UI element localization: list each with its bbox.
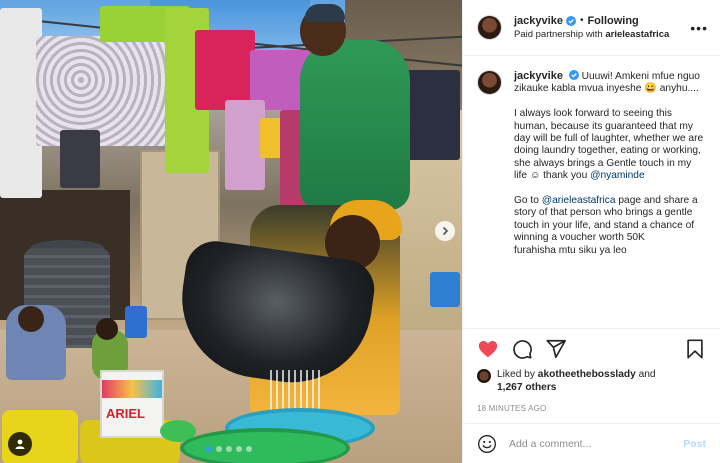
chevron-right-icon [442, 226, 449, 236]
paid-partnership-line: Paid partnership with arieleastafrica [514, 28, 669, 42]
likes-summary: Liked by akotheethebosslady and 1,267 ot… [463, 368, 720, 400]
header-separator: • [579, 14, 584, 26]
post-side-panel: jackyvike • Following Paid partnership w… [462, 0, 720, 463]
instagram-post: ARIEL jackyvike • Following Paid partner… [0, 0, 720, 463]
tagged-users-button[interactable] [8, 432, 32, 456]
post-comment-button[interactable]: Post [683, 438, 706, 450]
author-avatar[interactable] [477, 15, 502, 40]
child-head [96, 318, 118, 340]
mention-link[interactable]: @arieleastafrica [542, 195, 616, 206]
more-options-icon[interactable]: ••• [690, 20, 708, 36]
liker-avatar[interactable] [477, 369, 491, 383]
hanging-cloth [60, 130, 100, 188]
action-bar [463, 328, 720, 368]
emoji-icon[interactable] [477, 434, 497, 454]
author-username[interactable]: jackyvike [514, 14, 563, 28]
caption-avatar[interactable] [477, 70, 502, 95]
author-info: jackyvike • Following Paid partnership w… [514, 14, 669, 42]
post-header: jackyvike • Following Paid partnership w… [463, 0, 720, 56]
hanging-cloth [225, 100, 265, 190]
heart-icon[interactable] [477, 338, 499, 360]
child-head [18, 306, 44, 332]
partner-link[interactable]: arieleastafrica [605, 29, 669, 40]
caption-username[interactable]: jackyvike [514, 70, 563, 82]
post-photo[interactable]: ARIEL [0, 0, 462, 463]
partnership-prefix: Paid partnership with [514, 28, 603, 40]
hanging-cloth [260, 118, 282, 158]
comment-icon[interactable] [511, 338, 533, 360]
hanging-cloth [195, 30, 255, 110]
verified-badge-icon [565, 15, 576, 26]
pack-stripe [102, 380, 162, 398]
head-scarf [305, 4, 345, 22]
verified-badge-icon [568, 70, 579, 80]
caption-text-fragment: Go to [514, 195, 539, 207]
mention-link[interactable]: @nyaminde [590, 170, 645, 181]
blue-bucket [430, 272, 460, 307]
woman-green-dress [300, 40, 410, 210]
following-button[interactable]: Following [587, 14, 638, 28]
user-tag-icon [15, 439, 25, 449]
blue-container [125, 306, 147, 338]
share-icon[interactable] [545, 338, 567, 360]
post-timestamp[interactable]: 18 MINUTES AGO [463, 400, 720, 422]
carousel-dots [206, 446, 252, 452]
carousel-dot [236, 446, 242, 452]
bookmark-icon[interactable] [684, 338, 706, 360]
water-drops [270, 370, 320, 410]
caption-text-fragment: furahisha mtu siku ya leo [514, 244, 627, 256]
detergent-pack: ARIEL [100, 370, 164, 438]
comment-input[interactable] [509, 437, 679, 450]
liker-username[interactable]: akotheethebosslady [538, 369, 636, 380]
hanging-cloth [36, 36, 186, 146]
carousel-dot [226, 446, 232, 452]
caption-text: jackyvike Uuuwi! Amkeni mfue nguo zikauk… [514, 70, 706, 328]
comment-bar: Post [463, 423, 720, 463]
likes-and: and [638, 369, 656, 380]
likes-count[interactable]: 1,267 others [497, 382, 556, 393]
caption-section: jackyvike Uuuwi! Amkeni mfue nguo zikauk… [463, 56, 720, 328]
carousel-dot [206, 446, 212, 452]
carousel-dot [246, 446, 252, 452]
next-photo-button[interactable] [435, 221, 455, 241]
likes-prefix: Liked by [497, 369, 535, 380]
product-label: ARIEL [106, 406, 145, 421]
carousel-dot [216, 446, 222, 452]
